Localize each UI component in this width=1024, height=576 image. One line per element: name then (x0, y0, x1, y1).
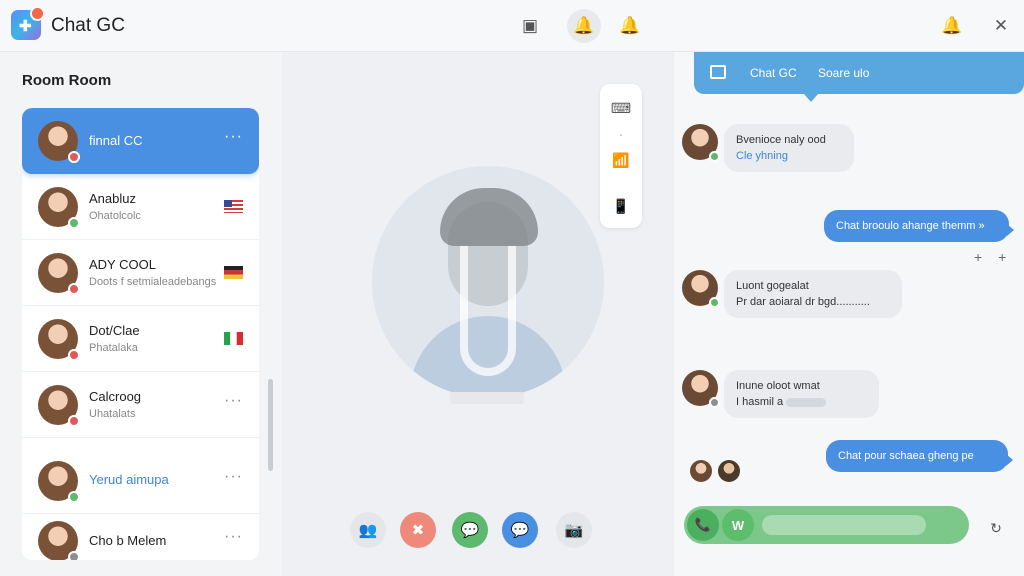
avatar (38, 187, 80, 229)
message-line: Luont gogealat (736, 280, 809, 292)
room-name: Yerud aimupa (89, 472, 169, 487)
status-dot (68, 349, 80, 361)
message-line: Cle yhning (736, 150, 788, 162)
more-icon[interactable]: ··· (224, 468, 243, 486)
mic-stand (450, 392, 524, 404)
avatar (38, 461, 80, 503)
avatar (682, 370, 720, 408)
room-subtitle: Phatalaka (89, 342, 138, 354)
message-line: Bvenioce naly ood (736, 134, 826, 146)
room-item[interactable]: Cho b Melem ··· (22, 508, 259, 560)
avatar (682, 124, 720, 162)
screen-icon[interactable] (710, 65, 726, 79)
room-item[interactable]: Yerud aimupa ··· (22, 448, 259, 514)
more-icon[interactable]: ··· (224, 128, 243, 146)
avatar-hair (440, 188, 538, 246)
room-item[interactable]: Anabluz Ohatolcolc (22, 174, 259, 240)
keyboard-icon[interactable]: ⌨ (609, 96, 633, 120)
reader-avatar (718, 460, 740, 482)
room-item[interactable]: ADY COOL Doots f setmialeadebangs (22, 240, 259, 306)
message-button[interactable]: 💬 (502, 512, 538, 548)
status-dot (68, 283, 80, 295)
scrollbar[interactable] (268, 379, 273, 471)
side-toolbar: ⌨ · 📶 📱 (600, 84, 642, 228)
message-line: Pr dar aoiaral dr bgd........... (736, 296, 870, 308)
message-bubble-outgoing: Chat pour schaea gheng pe (826, 440, 1013, 472)
equalizer-icon[interactable]: 📶 (609, 148, 633, 172)
room-sidebar: Room Room finnal CC ··· Anabluz Ohatolco… (0, 52, 282, 576)
app-logo[interactable]: ✚ (11, 6, 45, 40)
room-list: finnal CC ··· Anabluz Ohatolcolc ADY COO… (22, 108, 259, 560)
chat-icon[interactable]: ▣ (513, 9, 547, 43)
room-subtitle: Ohatolcolc (89, 210, 141, 222)
room-subtitle: Uhatalats (89, 408, 136, 420)
avatar (38, 121, 80, 163)
room-name: Calcroog (89, 389, 142, 404)
status-dot (68, 551, 80, 560)
bell-icon[interactable]: 🔔 (567, 9, 601, 43)
room-item-selected[interactable]: finnal CC ··· (22, 108, 259, 174)
avatar (38, 385, 80, 427)
message-bubble-outgoing: Chat brooulo ahange themm » (824, 210, 1014, 242)
room-item[interactable]: Calcroog Uhatalats ··· (22, 372, 259, 438)
de-flag-icon (224, 266, 243, 279)
avatar (38, 253, 80, 295)
message-line: Inune oloot wmat (736, 380, 820, 392)
room-name: Dot/Clae (89, 323, 140, 338)
chat-button[interactable]: 💬 (452, 512, 488, 548)
top-bar: ✚ Chat GC ▣ 🔔 🔔 🔔 ✕ (0, 0, 1024, 52)
notification-icon[interactable]: 🔔 (935, 9, 969, 43)
whatsapp-icon[interactable]: W (722, 509, 754, 541)
status-dot (68, 151, 80, 163)
chat-subtitle: Soare ulo (818, 66, 870, 80)
separator: · (618, 126, 624, 142)
chat-title: Chat GC (750, 66, 797, 80)
caller-avatar (372, 166, 604, 398)
room-name: Cho b Melem (89, 533, 167, 548)
camera-button[interactable]: 📷 (556, 512, 592, 548)
avatar (682, 270, 720, 308)
chat-panel: Chat GC Soare ulo Bvenioce naly ood Cle … (674, 52, 1024, 576)
add-reaction-icon[interactable]: + + (974, 249, 1012, 265)
room-item[interactable]: Dot/Clae Phatalaka (22, 306, 259, 372)
more-icon[interactable]: ··· (224, 392, 243, 410)
reader-avatar (690, 460, 712, 482)
more-icon[interactable]: ··· (224, 528, 243, 546)
room-name: ADY COOL (89, 257, 156, 272)
chat-header: Chat GC Soare ulo (694, 52, 1024, 102)
avatar (38, 319, 80, 361)
status-dot (68, 217, 80, 229)
emoji-icon[interactable]: ↻ (986, 518, 1006, 538)
message-text: Chat brooulo ahange themm » (836, 220, 985, 232)
status-dot (68, 415, 80, 427)
redacted-pill (786, 397, 827, 407)
logo-glyph: ✚ (19, 18, 32, 35)
it-flag-icon (224, 332, 243, 345)
app-title: Chat GC (51, 15, 125, 36)
message-input[interactable] (762, 515, 926, 535)
message-input-bar: 📞 W (684, 506, 969, 544)
message-bubble: Luont gogealat Pr dar aoiaral dr bgd....… (724, 270, 902, 318)
room-heading: Room Room (22, 72, 112, 89)
bell-outline-icon[interactable]: 🔔 (613, 9, 647, 43)
add-participant-button[interactable]: 👥 (350, 512, 386, 548)
call-stage: ⌨ · 📶 📱 👥 ✖ 💬 💬 📷 (282, 52, 674, 576)
avatar (38, 521, 80, 560)
message-line: I hasmil a (736, 396, 784, 408)
message-bubble: Inune oloot wmat I hasmil a (724, 370, 879, 418)
room-name: finnal CC (89, 133, 143, 148)
end-call-button[interactable]: ✖ (400, 512, 436, 548)
message-text: Chat pour schaea gheng pe (838, 450, 974, 462)
message-bubble: Bvenioce naly ood Cle yhning (724, 124, 854, 172)
device-icon[interactable]: 📱 (609, 194, 633, 218)
close-icon[interactable]: ✕ (984, 9, 1018, 43)
room-name: Anabluz (89, 191, 136, 206)
phone-icon[interactable]: 📞 (687, 509, 719, 541)
us-flag-icon (224, 200, 243, 213)
status-dot (68, 491, 80, 503)
microphone-icon (460, 246, 516, 376)
room-subtitle: Doots f setmialeadebangs (89, 276, 217, 288)
